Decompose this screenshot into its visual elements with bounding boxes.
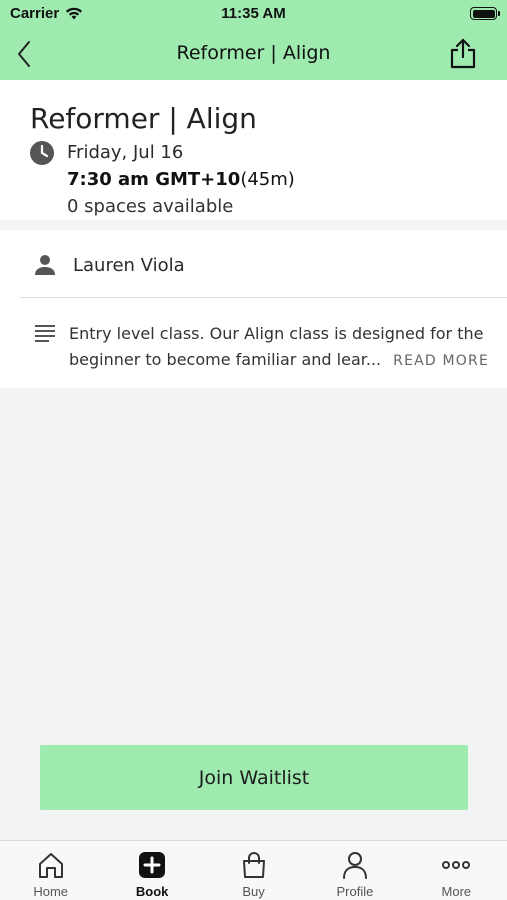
- class-time-row: 7:30 am GMT+10(45m): [67, 169, 295, 190]
- class-description: Entry level class. Our Align class is de…: [69, 321, 489, 374]
- plus-square-icon: [139, 852, 166, 878]
- join-waitlist-button[interactable]: Join Waitlist: [40, 745, 468, 810]
- tab-book[interactable]: Book: [101, 841, 202, 900]
- share-button[interactable]: [447, 36, 479, 70]
- class-time: 7:30 am GMT+10: [67, 169, 241, 190]
- tab-more[interactable]: More: [406, 841, 507, 900]
- status-bar: Carrier 11:35 AM: [0, 0, 507, 28]
- tab-profile-label: Profile: [336, 884, 374, 899]
- class-header-card: Reformer | Align Friday, Jul 16 7:30 am …: [0, 80, 507, 220]
- nav-title: Reformer | Align: [176, 42, 331, 64]
- tab-home-label: Home: [33, 884, 69, 899]
- person-icon: [35, 255, 55, 275]
- description-icon: [35, 325, 55, 342]
- class-date: Friday, Jul 16: [67, 142, 184, 163]
- class-title: Reformer | Align: [30, 102, 257, 135]
- tab-book-label: Book: [135, 884, 169, 899]
- more-dots-icon: [442, 861, 471, 869]
- description-line-1: Entry level class. Our Align class is de…: [69, 324, 484, 343]
- nav-bar: Reformer | Align: [0, 28, 507, 80]
- divider: [20, 297, 507, 298]
- clock-icon: [30, 141, 54, 165]
- tab-home[interactable]: Home: [0, 841, 101, 900]
- class-details-card: Lauren Viola Entry level class. Our Alig…: [0, 230, 507, 388]
- read-more-link[interactable]: READ MORE: [393, 347, 489, 374]
- share-icon: [450, 38, 476, 69]
- description-line-2: beginner to become familiar and lear...: [69, 350, 382, 369]
- tab-buy-label: Buy: [242, 884, 265, 899]
- tab-bar: Home Book Buy Profile More: [0, 840, 507, 900]
- spaces-available: 0 spaces available: [67, 196, 234, 217]
- instructor-name[interactable]: Lauren Viola: [73, 255, 185, 276]
- battery-icon: [470, 7, 500, 20]
- tab-more-label: More: [441, 884, 472, 899]
- home-icon: [38, 853, 63, 878]
- status-time: 11:35 AM: [221, 5, 286, 22]
- class-duration: (45m): [240, 169, 295, 190]
- shopping-bag-icon: [242, 852, 265, 878]
- profile-icon: [342, 852, 367, 879]
- tab-profile[interactable]: Profile: [304, 841, 405, 900]
- tab-buy[interactable]: Buy: [203, 841, 304, 900]
